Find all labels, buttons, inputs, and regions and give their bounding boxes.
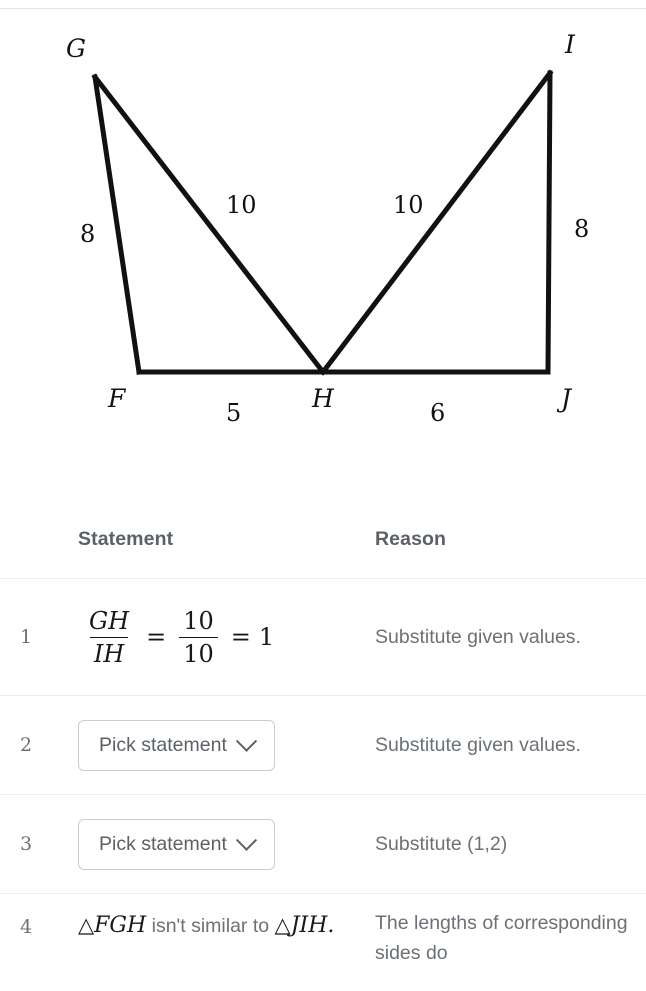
fraction-denominator: 10 [179,636,218,668]
side-label-FH: 5 [226,399,241,427]
fraction-numerator: GH [89,606,130,635]
row-reason: Substitute given values. [375,733,581,756]
row-reason: The lengths of corresponding sides do [375,912,628,965]
table-header-row: Statement Reason [0,500,646,578]
equation-result: 1 [258,623,275,651]
row-number: 3 [19,833,33,855]
vertex-label-J: J [556,384,573,413]
pick-statement-label: Pick statement [99,733,227,756]
pick-statement-dropdown-2[interactable]: Pick statement [78,719,275,771]
fraction-numerator: 10 [183,606,214,635]
table-row: 4 △FGH isn't similar to △JIH. The length… [0,893,646,991]
header-statement: Statement [78,527,174,550]
equals-sign-1: = [146,623,167,651]
row-statement: △FGH isn't similar to △JIH. [52,894,350,943]
row-number: 4 [19,916,33,938]
row-statement: GH IH = 10 10 = 1 [52,607,350,668]
fraction-denominator: IH [89,636,129,668]
segment-GH [91,73,327,376]
conclusion-middle-text: isn't similar to [151,915,270,937]
row-number: 1 [19,626,33,648]
statement-conclusion-text: △FGH isn't similar to △JIH. [78,908,350,943]
conclusion-period: . [327,913,335,938]
header-reason: Reason [375,527,447,550]
pick-statement-label: Pick statement [99,832,227,855]
side-label-GH: 10 [226,191,257,219]
fraction-ten-ten: 10 10 [179,607,218,668]
row-statement: Pick statement [52,719,350,771]
pick-statement-dropdown-3[interactable]: Pick statement [78,818,275,870]
proof-table: Statement Reason 1 GH IH = 10 10 = 1 Sub… [0,500,646,991]
triangle-glyph-2: △ [274,913,291,937]
side-label-HJ: 6 [430,399,445,427]
row-reason: Substitute given values. [375,625,581,648]
triangle-glyph-1: △ [78,913,95,937]
chevron-down-icon [235,829,257,851]
side-label-IH: 10 [393,191,424,219]
statement-equation: GH IH = 10 10 = 1 [78,607,350,668]
vertex-label-F: F [107,384,127,413]
row-number: 2 [19,734,33,756]
segment-GF [92,74,142,375]
page-root: G I F H J 8 10 10 8 5 6 Statement Reason… [0,0,646,991]
triangle-name-jih: JIH [290,913,328,938]
vertex-label-G: G [66,34,86,63]
chevron-down-icon [235,730,257,752]
side-label-GF: 8 [80,220,95,248]
table-row: 3 Pick statement Substitute (1,2) [0,794,646,893]
geometry-figure: G I F H J 8 10 10 8 5 6 [0,9,646,490]
vertex-label-H: H [311,384,335,413]
fraction-gh-ih: GH IH [85,607,133,668]
table-row: 2 Pick statement Substitute given values… [0,695,646,794]
vertex-label-I: I [564,30,576,59]
table-row: 1 GH IH = 10 10 = 1 Substitute given val [0,578,646,695]
segment-HI [319,69,554,376]
row-statement: Pick statement [52,818,350,870]
row-reason: Substitute (1,2) [375,832,508,855]
side-label-IJ: 8 [574,215,589,243]
equals-sign-2: = [230,623,251,651]
triangle-name-fgh: FGH [94,913,147,938]
geometry-figure-svg: G I F H J 8 10 10 8 5 6 [66,30,589,427]
segment-IJ [545,70,553,375]
figure-segments [91,69,554,376]
